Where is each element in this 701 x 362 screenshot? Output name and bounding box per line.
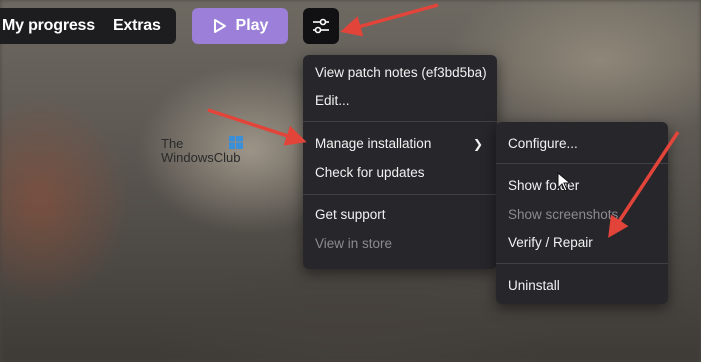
top-tab-bar: My progress Extras [0,8,176,44]
play-icon [213,19,226,33]
play-button[interactable]: Play [192,8,288,44]
menu-item-view-in-store: View in store [315,236,393,251]
menu-divider [303,121,497,122]
menu-item-get-support[interactable]: Get support [315,207,386,222]
mouse-cursor-icon [557,172,571,192]
settings-button[interactable] [303,8,339,44]
submenu-item-verify-repair[interactable]: Verify / Repair [508,235,593,250]
submenu-item-uninstall[interactable]: Uninstall [508,278,560,293]
watermark-line-2: WindowsClub [161,150,241,165]
submenu-item-configure[interactable]: Configure... [508,136,578,151]
menu-item-edit[interactable]: Edit... [315,93,350,108]
menu-divider [303,194,497,195]
game-options-menu: View patch notes (ef3bd5ba) Edit... Mana… [303,55,497,269]
menu-item-view-patch-notes[interactable]: View patch notes (ef3bd5ba) [315,65,487,80]
chevron-right-icon: ❯ [472,137,483,151]
tab-my-progress[interactable]: My progress [2,17,95,35]
play-label: Play [235,17,269,34]
menu-item-manage-installation[interactable]: Manage installation [315,136,431,151]
windows-logo-icon [229,136,243,149]
menu-item-check-for-updates[interactable]: Check for updates [315,165,425,180]
menu-divider [496,263,668,264]
sliders-icon [313,18,329,34]
submenu-item-show-screenshots: Show screenshots [508,207,619,222]
menu-divider [496,163,668,164]
tab-extras[interactable]: Extras [113,17,161,35]
manage-installation-submenu: Configure... Show folder Show screenshot… [496,122,668,304]
watermark-logo: The WindowsClub [161,136,243,165]
